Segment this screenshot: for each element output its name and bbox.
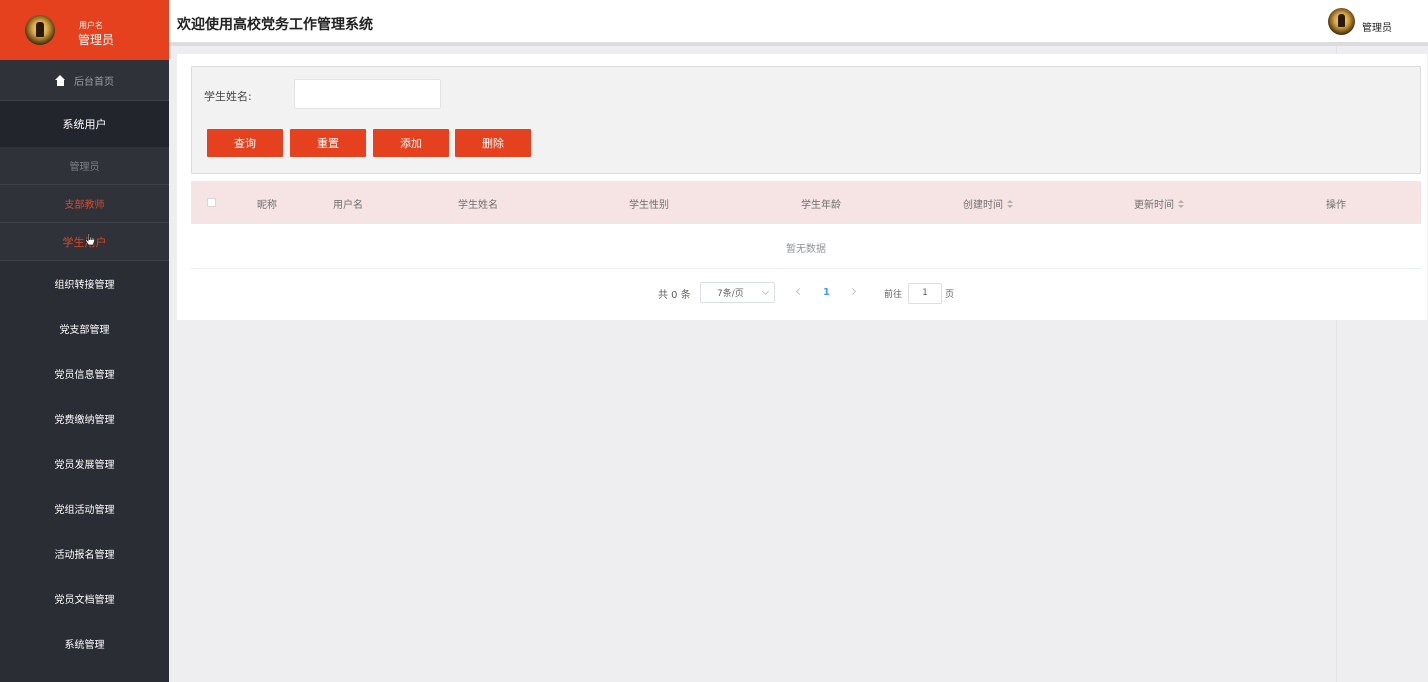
- column-label: 学生姓名: [458, 200, 498, 211]
- column-header-updated[interactable]: 更新时间: [1134, 196, 1184, 211]
- column-header-student-name: 学生姓名: [458, 196, 498, 211]
- column-header-age: 学生年龄: [801, 196, 841, 211]
- sidebar-item-member-info[interactable]: 党员信息管理: [0, 351, 169, 396]
- sidebar-subitem-admin[interactable]: 管理员: [0, 147, 169, 185]
- goto-label: 前往: [884, 290, 903, 300]
- column-header-created[interactable]: 创建时间: [963, 196, 1013, 211]
- home-icon: [55, 74, 66, 86]
- sidebar-group-label: 系统用户: [62, 118, 107, 131]
- delete-button[interactable]: 删除: [455, 129, 531, 157]
- sidebar-subitem-label: 支部教师: [64, 200, 105, 211]
- sidebar-item-label: 党支部管理: [59, 325, 110, 336]
- search-form: 学生姓名: 查询 重置 添加 删除: [191, 66, 1421, 174]
- page-title: 欢迎使用高校党务工作管理系统: [177, 17, 373, 33]
- column-label: 更新时间: [1134, 200, 1174, 211]
- prev-page-icon[interactable]: [795, 287, 804, 296]
- sidebar-item-registration[interactable]: 活动报名管理: [0, 531, 169, 576]
- page-size-value: 7条/页: [717, 289, 744, 299]
- goto-page-input[interactable]: 1: [908, 283, 942, 304]
- content-panel: 学生姓名: 查询 重置 添加 删除 昵称 用户名 学生姓名 学生性别 学生年龄 …: [177, 54, 1427, 320]
- avatar[interactable]: [25, 15, 55, 45]
- header-avatar[interactable]: [1328, 8, 1355, 35]
- chevron-down-icon: [761, 287, 770, 296]
- sidebar-item-system[interactable]: 系统管理: [0, 621, 169, 666]
- mouse-cursor-icon: [85, 233, 95, 246]
- sidebar-header: 用户名 管理员: [0, 0, 169, 60]
- query-button[interactable]: 查询: [207, 129, 283, 157]
- empty-text: 暂无数据: [786, 244, 826, 255]
- empty-table-row: 暂无数据: [191, 224, 1421, 269]
- current-page[interactable]: 1: [823, 287, 830, 298]
- username: 管理员: [78, 33, 115, 47]
- next-page-icon[interactable]: [848, 287, 857, 296]
- sidebar-subitem-label: 管理员: [69, 162, 100, 173]
- sort-icon[interactable]: [1178, 200, 1184, 209]
- sidebar-item-label: 活动报名管理: [54, 550, 115, 561]
- sidebar-item-label: 组织转接管理: [54, 280, 115, 291]
- page-size-select[interactable]: 7条/页: [700, 282, 775, 303]
- sidebar-item-label: 党组活动管理: [54, 505, 115, 516]
- select-all-checkbox[interactable]: [207, 198, 216, 207]
- column-label: 操作: [1326, 200, 1346, 211]
- header-username[interactable]: 管理员: [1362, 19, 1392, 34]
- sidebar-item-label: 系统管理: [64, 640, 105, 651]
- sidebar-item-transfer[interactable]: 组织转接管理: [0, 261, 169, 306]
- column-label: 用户名: [333, 200, 363, 211]
- column-label: 创建时间: [963, 200, 1003, 211]
- sort-icon[interactable]: [1007, 200, 1013, 209]
- sidebar-item-documents[interactable]: 党员文档管理: [0, 576, 169, 621]
- column-label: 学生年龄: [801, 200, 841, 211]
- student-name-input[interactable]: [294, 79, 441, 109]
- column-header-gender: 学生性别: [629, 196, 669, 211]
- sidebar-item-home[interactable]: 后台首页: [0, 60, 169, 101]
- column-header-nickname: 昵称: [257, 196, 277, 211]
- column-header-actions: 操作: [1326, 196, 1346, 211]
- sidebar-item-development[interactable]: 党员发展管理: [0, 441, 169, 486]
- sidebar-item-label: 党员信息管理: [54, 370, 115, 381]
- sidebar-item-fees[interactable]: 党费缴纳管理: [0, 396, 169, 441]
- sidebar-subitem-teacher[interactable]: 支部教师: [0, 185, 169, 223]
- column-label: 昵称: [257, 200, 277, 211]
- table-header: 昵称 用户名 学生姓名 学生性别 学生年龄 创建时间 更新时间 操作: [191, 181, 1421, 224]
- sidebar-item-activities[interactable]: 党组活动管理: [0, 486, 169, 531]
- student-name-label: 学生姓名:: [204, 90, 252, 103]
- goto-suffix: 页: [945, 290, 955, 300]
- sidebar-item-label: 党员文档管理: [54, 595, 115, 606]
- sidebar-item-label: 后台首页: [74, 76, 114, 88]
- column-header-username: 用户名: [333, 196, 363, 211]
- sidebar-group-system-users[interactable]: 系统用户: [0, 101, 169, 147]
- username-label: 用户名: [79, 21, 103, 30]
- pagination-total: 共 0 条: [658, 289, 691, 301]
- column-label: 学生性别: [629, 200, 669, 211]
- sidebar-item-label: 党员发展管理: [54, 460, 115, 471]
- sidebar-item-label: 党费缴纳管理: [54, 415, 115, 426]
- sidebar-item-branch[interactable]: 党支部管理: [0, 306, 169, 351]
- add-button[interactable]: 添加: [373, 129, 449, 157]
- reset-button[interactable]: 重置: [290, 129, 366, 157]
- sidebar: 用户名 管理员 后台首页 系统用户 管理员 支部教师 学生用户 组织转接管理 党…: [0, 0, 169, 682]
- top-header: 欢迎使用高校党务工作管理系统 管理员: [169, 0, 1428, 46]
